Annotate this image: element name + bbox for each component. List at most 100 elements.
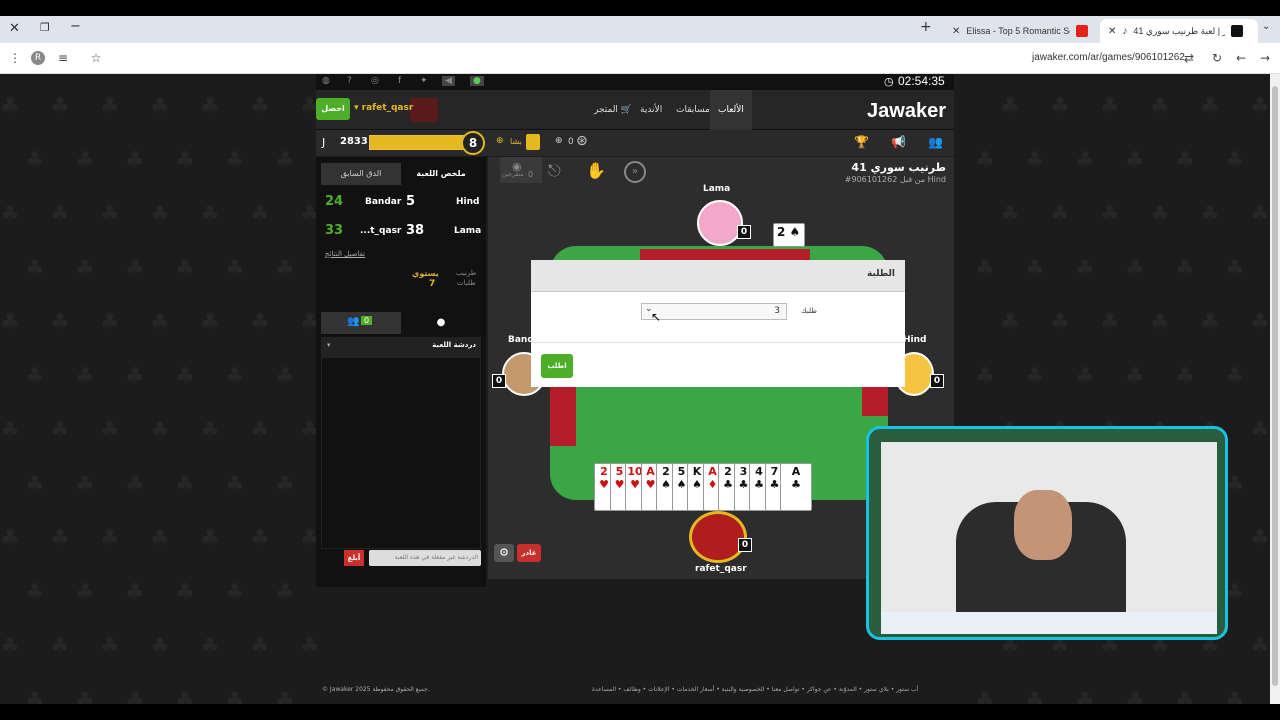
submit-bid-button[interactable]: اطلب [541, 354, 573, 378]
tab-game-summary[interactable]: ملخص اللعبة [401, 163, 481, 185]
club-pattern-icon: ♣ [1200, 94, 1220, 119]
back-icon[interactable]: ← [1233, 50, 1249, 66]
site-settings-icon[interactable]: ⇄ [1181, 50, 1197, 66]
score-details-link[interactable]: تفاصيل النتائج [325, 250, 365, 258]
profile-icon[interactable]: R [31, 51, 45, 65]
nav-games[interactable]: الألعاب [710, 90, 752, 130]
friends-icon[interactable]: 👥 [928, 135, 943, 149]
minimize-window-icon[interactable]: − [70, 19, 81, 34]
facebook-icon[interactable]: f [398, 76, 401, 86]
user-avatar[interactable] [410, 98, 438, 122]
game-title: طرنيب سوري 41 [851, 161, 946, 174]
tab-search-icon[interactable]: ⌄ [1262, 21, 1270, 32]
jawaker-logo[interactable]: Jawaker [867, 100, 946, 123]
url-text[interactable]: jawaker.com/ar/games/906101262 [1032, 52, 1185, 63]
tab-previous-hand[interactable]: الدق السابق [321, 163, 401, 185]
chat-online-tab[interactable]: 👥 0 [321, 312, 401, 334]
restore-window-icon[interactable]: ❐ [40, 21, 50, 34]
club-pattern-icon: ♣ [50, 526, 70, 551]
game-controller-icon[interactable]: ● [470, 76, 484, 86]
club-pattern-icon: ♣ [50, 418, 70, 443]
club-pattern-icon: ♣ [1175, 688, 1195, 704]
club-pattern-icon: ♣ [1175, 256, 1195, 281]
footer-links[interactable]: أب ستور • بلاي ستور • المدوّنة • عن جواك… [592, 686, 918, 693]
globe-icon[interactable]: ◍ [322, 76, 330, 86]
help-icon[interactable]: ? [347, 76, 352, 86]
club-pattern-icon: ♣ [1075, 364, 1095, 389]
scrollbar-thumb[interactable] [1272, 86, 1278, 686]
club-pattern-icon: ♣ [175, 256, 195, 281]
club-pattern-icon: ♣ [200, 94, 220, 119]
audio-icon[interactable]: ♪ [1122, 26, 1127, 37]
club-pattern-icon: ♣ [25, 256, 45, 281]
club-pattern-icon: ♣ [200, 418, 220, 443]
close-window-icon[interactable]: ✕ [9, 21, 20, 36]
coins-value: 0 [568, 137, 574, 147]
add-coins-icon[interactable]: ⊕ [555, 136, 563, 146]
club-pattern-icon: ♣ [150, 94, 170, 119]
spectators-button[interactable]: ◉ 0 متفرجين [500, 157, 542, 183]
club-pattern-icon: ♣ [1125, 148, 1145, 173]
tab-close-icon[interactable]: ✕ [1108, 26, 1116, 37]
hand-card[interactable]: A ♣ [780, 463, 812, 511]
exit-icon[interactable]: ⎋ [548, 161, 561, 181]
nav-tournaments[interactable]: مسابقات [676, 90, 710, 130]
bid-select[interactable]: 3 ⌄ [641, 303, 787, 320]
lead-card: 2 ♠ [773, 223, 805, 247]
club-pattern-icon: ♣ [975, 148, 995, 173]
leave-button[interactable]: غادر [517, 544, 541, 562]
new-tab-icon[interactable]: + [920, 19, 932, 35]
instagram-icon[interactable]: ◎ [371, 76, 379, 86]
chat-input[interactable]: الدردشة غير مفعلة في هذه اللعبة [369, 550, 481, 566]
club-pattern-icon: ♣ [225, 256, 245, 281]
tab-close-icon[interactable]: ✕ [952, 26, 960, 37]
club-pattern-icon: ♣ [1025, 148, 1045, 173]
nav-clubs[interactable]: الأندية [640, 90, 662, 130]
club-pattern-icon: ♣ [1075, 688, 1095, 704]
settings-gear-icon[interactable]: ⚙ [494, 544, 514, 562]
club-pattern-icon: ♣ [125, 148, 145, 173]
megaphone-icon[interactable]: 📢 [891, 135, 906, 149]
club-pattern-icon: ♣ [25, 688, 45, 704]
xp-progress-bar [369, 135, 471, 150]
vip-label[interactable]: بشا [510, 137, 522, 146]
bookmark-star-icon[interactable]: ☆ [88, 50, 104, 66]
club-pattern-icon: ♣ [1250, 202, 1270, 227]
username[interactable]: ▾ rafet_qasr [354, 103, 413, 113]
online-count: 0 [361, 316, 373, 325]
reading-list-icon[interactable]: ≡ [55, 50, 71, 66]
fast-forward-icon[interactable]: » [624, 161, 646, 183]
reload-icon[interactable]: ↻ [1209, 50, 1225, 66]
twitter-icon[interactable]: ✦ [420, 76, 428, 86]
club-pattern-icon: ♣ [50, 634, 70, 659]
forward-icon[interactable]: → [1257, 50, 1273, 66]
player-name: ...t_qasr [360, 226, 402, 236]
club-pattern-icon: ♣ [275, 580, 295, 605]
player-score: 38 [406, 223, 425, 238]
tab-elissa[interactable]: ✕ Elissa - Top 5 Romantic Son [944, 19, 1096, 43]
chevron-down-icon[interactable]: ▾ [327, 341, 331, 349]
club-pattern-icon: ♣ [1225, 688, 1245, 704]
club-pattern-icon: ♣ [1175, 364, 1195, 389]
add-vip-icon[interactable]: ⊕ [496, 136, 504, 146]
nav-store[interactable]: المتجر 🛒 [594, 90, 632, 130]
tab-jawaker[interactable]: ✕ ♪ جواكر | لعبة طرنيب سوري 41 [1100, 19, 1258, 43]
report-button[interactable]: أبلغ [344, 550, 364, 566]
hint-icon[interactable]: ✋ [586, 161, 606, 180]
dialog-header: الطلبة [531, 260, 905, 292]
player-avatar-bottom[interactable] [689, 511, 747, 563]
sound-icon[interactable]: ◀ [442, 76, 455, 86]
club-pattern-icon: ♣ [250, 202, 270, 227]
club-pattern-icon: ♣ [1050, 202, 1070, 227]
get-button[interactable]: احصل [316, 98, 350, 120]
player-avatar-top[interactable] [697, 200, 743, 246]
club-pattern-icon: ♣ [1250, 526, 1270, 551]
dialog-title: الطلبة [866, 269, 895, 279]
menu-icon[interactable]: ⋮ [7, 50, 23, 66]
trophy-icon[interactable]: 🏆 [854, 135, 869, 149]
club-pattern-icon: ♣ [1250, 94, 1270, 119]
chat-messages-tab[interactable]: ● [401, 312, 481, 334]
chat-bubble-icon: ● [436, 317, 446, 328]
club-pattern-icon: ♣ [975, 256, 995, 281]
page-scrollbar[interactable] [1270, 74, 1280, 704]
